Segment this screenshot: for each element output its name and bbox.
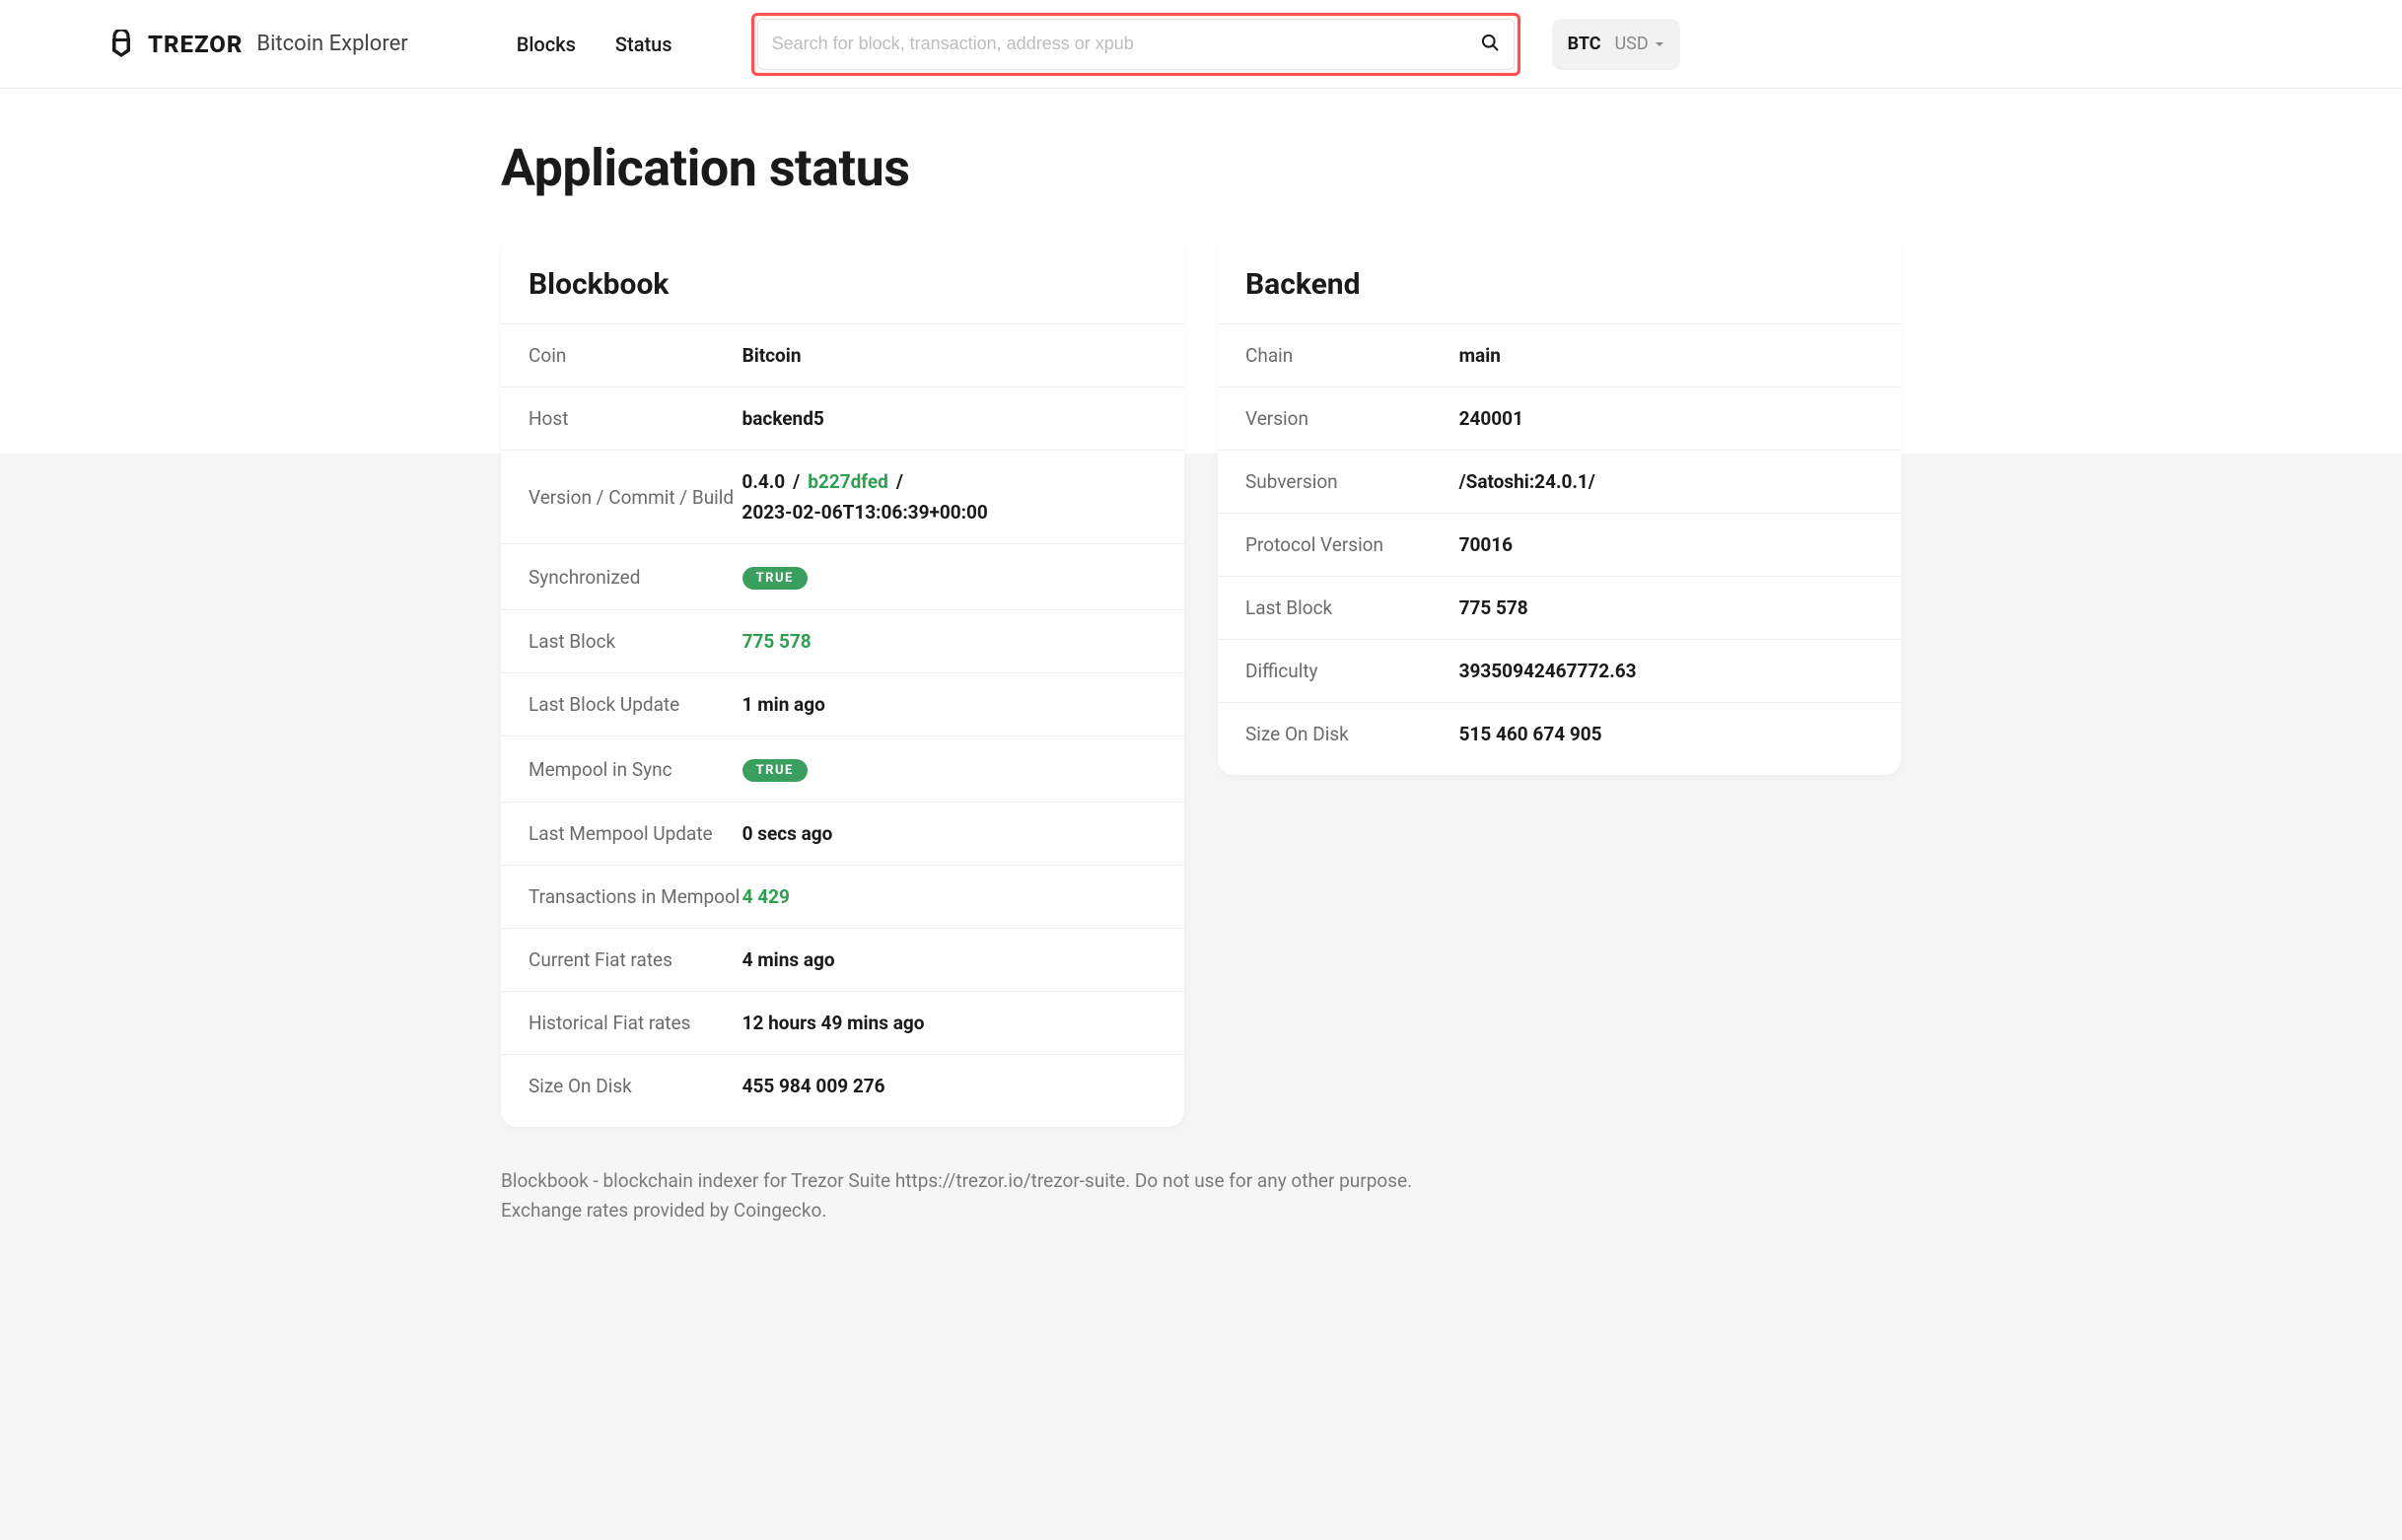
backend-heading: Backend: [1218, 267, 1901, 323]
row-bb-size-on-disk: Size On Disk 455 984 009 276: [501, 1054, 1184, 1117]
page-title: Application status: [501, 138, 1901, 198]
label-mempool-sync: Mempool in Sync: [529, 758, 742, 781]
value-be-size-on-disk: 515 460 674 905: [1459, 723, 1602, 745]
row-be-last-block: Last Block 775 578: [1218, 576, 1901, 639]
row-protocol: Protocol Version 70016: [1218, 513, 1901, 576]
version-build: 2023-02-06T13:06:39+00:00: [742, 501, 987, 524]
label-tx-in-mempool: Transactions in Mempool: [529, 885, 742, 908]
label-last-block: Last Block: [529, 630, 742, 653]
row-synchronized: Synchronized TRUE: [501, 543, 1184, 609]
label-current-fiat: Current Fiat rates: [529, 948, 742, 971]
version-sep2: /: [896, 470, 903, 493]
value-historical-fiat: 12 hours 49 mins ago: [742, 1012, 925, 1034]
trezor-logo-icon: [108, 29, 134, 60]
value-chain: main: [1459, 344, 1501, 367]
value-last-block-update: 1 min ago: [742, 693, 825, 716]
label-difficulty: Difficulty: [1245, 660, 1459, 682]
label-bb-size-on-disk: Size On Disk: [529, 1075, 742, 1097]
nav-link-status[interactable]: Status: [615, 33, 672, 56]
brand-name: TREZOR: [148, 31, 243, 58]
nav-links: Blocks Status: [517, 33, 672, 56]
status-cards: Blockbook Coin Bitcoin Host backend5 Ver…: [501, 238, 1901, 1127]
label-version: Version / Commit / Build: [529, 486, 742, 509]
value-version: 0.4.0 / b227dfed / 2023-02-06T13:06:39+0…: [742, 470, 1157, 524]
row-tx-in-mempool: Transactions in Mempool 4 429: [501, 865, 1184, 928]
brand-subtitle: Bitcoin Explorer: [256, 32, 407, 56]
currency-selector[interactable]: BTC USD: [1552, 19, 1680, 70]
label-be-last-block: Last Block: [1245, 596, 1459, 619]
footer-line2: Exchange rates provided by Coingecko.: [501, 1196, 1901, 1225]
value-tx-in-mempool[interactable]: 4 429: [742, 885, 790, 908]
row-be-size-on-disk: Size On Disk 515 460 674 905: [1218, 702, 1901, 765]
currency-primary: BTC: [1568, 34, 1601, 54]
row-last-block-update: Last Block Update 1 min ago: [501, 672, 1184, 735]
row-last-block: Last Block 775 578: [501, 609, 1184, 672]
footer-note: Blockbook - blockchain indexer for Trezo…: [501, 1166, 1901, 1226]
nav-link-blocks[interactable]: Blocks: [517, 33, 576, 56]
value-coin: Bitcoin: [742, 344, 802, 367]
currency-secondary-label: USD: [1615, 34, 1649, 54]
label-subversion: Subversion: [1245, 470, 1459, 493]
search-highlight-box: [751, 13, 1520, 76]
synchronized-badge: TRUE: [742, 567, 808, 590]
value-difficulty: 39350942467772.63: [1459, 660, 1637, 682]
label-synchronized: Synchronized: [529, 566, 742, 589]
header: TREZOR Bitcoin Explorer Blocks Status BT…: [0, 0, 2402, 89]
value-subversion: /Satoshi:24.0.1/: [1459, 470, 1595, 493]
row-historical-fiat: Historical Fiat rates 12 hours 49 mins a…: [501, 991, 1184, 1054]
blockbook-heading: Blockbook: [501, 267, 1184, 323]
row-chain: Chain main: [1218, 323, 1901, 386]
value-bb-size-on-disk: 455 984 009 276: [742, 1075, 885, 1097]
page-body: Application status Blockbook Coin Bitcoi…: [0, 89, 2402, 1540]
row-subversion: Subversion /Satoshi:24.0.1/: [1218, 450, 1901, 513]
version-number: 0.4.0: [742, 470, 785, 493]
value-protocol: 70016: [1459, 533, 1514, 556]
row-last-mempool-update: Last Mempool Update 0 secs ago: [501, 802, 1184, 865]
value-current-fiat: 4 mins ago: [742, 948, 835, 971]
value-mempool-sync: TRUE: [742, 756, 808, 782]
version-commit[interactable]: b227dfed: [808, 470, 888, 493]
label-last-block-update: Last Block Update: [529, 693, 742, 716]
search-box: [757, 19, 1515, 70]
label-be-size-on-disk: Size On Disk: [1245, 723, 1459, 745]
chevron-down-icon: [1655, 39, 1664, 49]
backend-card: Backend Chain main Version 240001 Subver…: [1218, 238, 1901, 775]
value-be-version: 240001: [1459, 407, 1523, 430]
mempool-sync-badge: TRUE: [742, 759, 808, 782]
row-difficulty: Difficulty 39350942467772.63: [1218, 639, 1901, 702]
label-host: Host: [529, 407, 742, 430]
row-host: Host backend5: [501, 386, 1184, 450]
row-current-fiat: Current Fiat rates 4 mins ago: [501, 928, 1184, 991]
label-last-mempool-update: Last Mempool Update: [529, 822, 742, 845]
currency-secondary: USD: [1615, 34, 1664, 54]
row-mempool-sync: Mempool in Sync TRUE: [501, 735, 1184, 802]
footer-line1: Blockbook - blockchain indexer for Trezo…: [501, 1166, 1901, 1196]
row-version: Version / Commit / Build 0.4.0 / b227dfe…: [501, 450, 1184, 543]
logo-block[interactable]: TREZOR Bitcoin Explorer: [108, 29, 408, 60]
label-historical-fiat: Historical Fiat rates: [529, 1012, 742, 1034]
value-last-block[interactable]: 775 578: [742, 630, 812, 653]
label-coin: Coin: [529, 344, 742, 367]
row-coin: Coin Bitcoin: [501, 323, 1184, 386]
label-protocol: Protocol Version: [1245, 533, 1459, 556]
value-host: backend5: [742, 407, 824, 430]
value-last-mempool-update: 0 secs ago: [742, 822, 833, 845]
label-chain: Chain: [1245, 344, 1459, 367]
value-be-last-block: 775 578: [1459, 596, 1528, 619]
version-sep1: /: [793, 470, 800, 493]
value-synchronized: TRUE: [742, 564, 808, 590]
row-be-version: Version 240001: [1218, 386, 1901, 450]
blockbook-card: Blockbook Coin Bitcoin Host backend5 Ver…: [501, 238, 1184, 1127]
search-input[interactable]: [772, 34, 1480, 54]
label-be-version: Version: [1245, 407, 1459, 430]
search-icon[interactable]: [1480, 33, 1500, 56]
